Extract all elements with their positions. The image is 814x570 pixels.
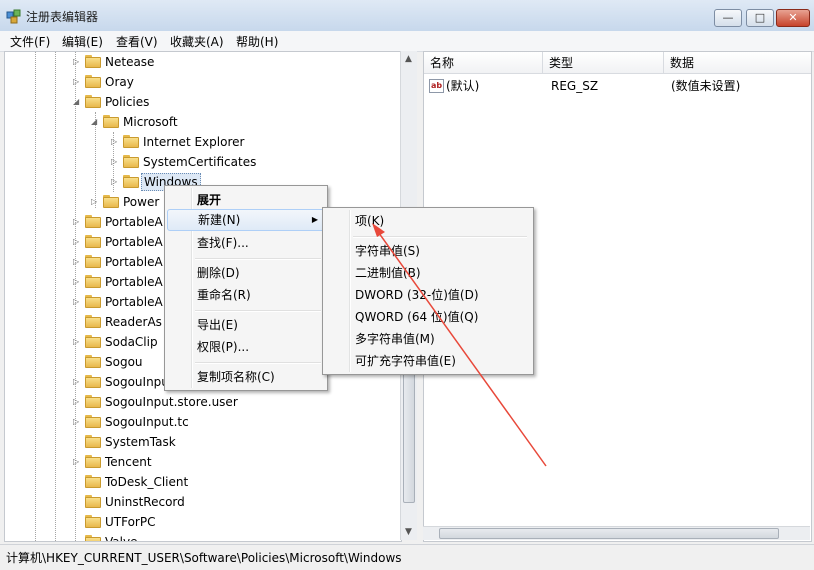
regedit-app-icon	[6, 9, 21, 24]
menu-item-permissions[interactable]: 权限(P)...	[167, 336, 325, 358]
close-button[interactable]: ✕	[776, 9, 810, 27]
menu-item-new-binary-value[interactable]: 二进制值(B)	[325, 262, 531, 284]
column-header-name[interactable]: 名称	[424, 52, 543, 74]
expand-arrow-icon[interactable]: ▷	[111, 152, 121, 172]
scroll-up-arrow-icon[interactable]: ▲	[405, 54, 412, 64]
column-header-data[interactable]: 数据	[664, 52, 811, 74]
tree-guide-line	[55, 52, 56, 541]
menu-item-rename[interactable]: 重命名(R)	[167, 284, 325, 306]
menu-item-expand[interactable]: 展开	[167, 189, 325, 211]
folder-icon	[85, 335, 101, 348]
collapse-arrow-icon[interactable]: ◢	[73, 92, 83, 112]
value-type: REG_SZ	[551, 79, 599, 93]
folder-icon	[85, 275, 101, 288]
expand-arrow-icon[interactable]: ▷	[73, 292, 83, 312]
folder-icon	[85, 55, 101, 68]
menu-view[interactable]: 查看(V)	[116, 33, 158, 50]
expand-arrow-icon[interactable]: ▷	[73, 272, 83, 292]
folder-icon	[85, 235, 101, 248]
expand-arrow-icon[interactable]: ▷	[73, 52, 83, 72]
context-menu: 展开 新建(N) ▶ 查找(F)... 删除(D) 重命名(R) 导出(E) 权限…	[164, 185, 328, 391]
menu-item-new-qword-value[interactable]: QWORD (64 位)值(Q)	[325, 306, 531, 328]
folder-icon	[85, 415, 101, 428]
column-header-type[interactable]: 类型	[543, 52, 664, 74]
folder-icon	[85, 475, 101, 488]
scroll-down-arrow-icon[interactable]: ▼	[405, 527, 412, 537]
menu-item-new-string-value[interactable]: 字符串值(S)	[325, 240, 531, 262]
folder-icon	[85, 95, 101, 108]
menu-separator	[195, 362, 321, 364]
menu-item-new[interactable]: 新建(N) ▶	[167, 209, 325, 231]
menu-item-new-key[interactable]: 项(K)	[325, 210, 531, 232]
collapse-arrow-icon[interactable]: ◢	[91, 112, 101, 132]
folder-icon	[85, 455, 101, 468]
status-path: 计算机\HKEY_CURRENT_USER\Software\Policies\…	[6, 551, 402, 565]
expand-arrow-icon[interactable]: ▷	[73, 372, 83, 392]
folder-icon	[85, 535, 101, 541]
menu-help[interactable]: 帮助(H)	[236, 33, 278, 50]
menu-file[interactable]: 文件(F)	[10, 33, 50, 50]
folder-icon	[85, 495, 101, 508]
menu-favorites[interactable]: 收藏夹(A)	[170, 33, 224, 50]
folder-icon	[85, 355, 101, 368]
folder-icon	[123, 175, 139, 188]
expand-arrow-icon[interactable]: ▷	[73, 452, 83, 472]
expand-arrow-icon[interactable]: ▷	[111, 132, 121, 152]
menu-item-find[interactable]: 查找(F)...	[167, 232, 325, 254]
folder-icon	[123, 155, 139, 168]
expand-arrow-icon[interactable]: ▷	[73, 332, 83, 352]
expand-arrow-icon[interactable]: ▷	[91, 192, 101, 212]
new-submenu: 项(K) 字符串值(S) 二进制值(B) DWORD (32-位)值(D) QW…	[322, 207, 534, 375]
expand-arrow-icon[interactable]: ▷	[111, 172, 121, 192]
folder-icon	[123, 135, 139, 148]
menu-separator	[353, 236, 527, 238]
folder-icon	[85, 395, 101, 408]
menu-separator	[195, 258, 321, 260]
menu-edit[interactable]: 编辑(E)	[62, 33, 103, 50]
menu-item-new-dword-value[interactable]: DWORD (32-位)值(D)	[325, 284, 531, 306]
folder-icon	[85, 435, 101, 448]
menu-bar: 文件(F) 编辑(E) 查看(V) 收藏夹(A) 帮助(H)	[0, 31, 814, 52]
window-title: 注册表编辑器	[26, 10, 99, 24]
value-name[interactable]: (默认)	[446, 76, 479, 96]
folder-icon	[85, 295, 101, 308]
scrollbar-thumb[interactable]	[439, 528, 779, 539]
menu-item-new-expandable-string-value[interactable]: 可扩充字符串值(E)	[325, 350, 531, 372]
folder-icon	[85, 315, 101, 328]
folder-icon	[85, 375, 101, 388]
folder-icon	[103, 195, 119, 208]
expand-arrow-icon[interactable]: ▷	[73, 392, 83, 412]
expand-arrow-icon[interactable]: ▷	[73, 212, 83, 232]
expand-arrow-icon[interactable]: ▷	[73, 232, 83, 252]
title-bar: 注册表编辑器 — □ ✕	[0, 0, 814, 32]
folder-icon	[85, 515, 101, 528]
menu-item-export[interactable]: 导出(E)	[167, 314, 325, 336]
minimize-button[interactable]: —	[714, 9, 742, 27]
string-value-icon: ab	[429, 79, 444, 93]
folder-icon	[85, 255, 101, 268]
folder-icon	[85, 215, 101, 228]
expand-arrow-icon[interactable]: ▷	[73, 412, 83, 432]
expand-arrow-icon[interactable]: ▷	[73, 72, 83, 92]
tree-guide-line	[35, 52, 36, 541]
menu-separator	[195, 310, 321, 312]
list-horizontal-scrollbar[interactable]	[423, 526, 810, 540]
submenu-arrow-icon: ▶	[311, 215, 318, 224]
expand-arrow-icon[interactable]: ▷	[73, 252, 83, 272]
status-bar: 计算机\HKEY_CURRENT_USER\Software\Policies\…	[0, 544, 814, 570]
folder-icon	[85, 75, 101, 88]
value-data: (数值未设置)	[671, 79, 741, 93]
menu-item-new-multi-string-value[interactable]: 多字符串值(M)	[325, 328, 531, 350]
menu-item-delete[interactable]: 删除(D)	[167, 262, 325, 284]
menu-item-copy-key-name[interactable]: 复制项名称(C)	[167, 366, 325, 388]
folder-icon	[103, 115, 119, 128]
maximize-button[interactable]: □	[746, 9, 774, 27]
